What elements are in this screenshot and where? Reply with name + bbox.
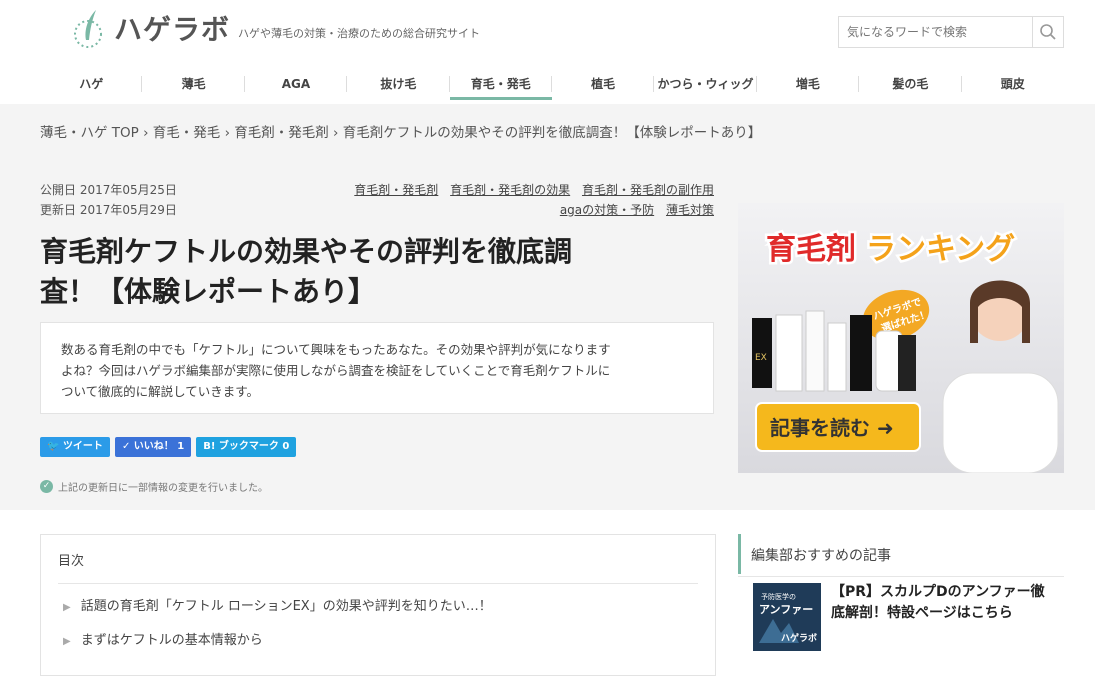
- article-intro: 数ある育毛剤の中でも「ケフトル」について興味をもったあなた。その効果や評判が気に…: [40, 322, 714, 414]
- bottle-label: EX: [755, 353, 767, 363]
- search-box: [838, 16, 1064, 48]
- article-dates: 公開日 2017年05月25日 更新日 2017年05月29日: [40, 180, 177, 220]
- tag-link[interactable]: 育毛剤・発毛剤の副作用: [582, 183, 714, 197]
- update-note: ✓ 上記の更新日に一部情報の変更を行いました。: [40, 479, 268, 494]
- intro-text: よね？今回はハゲラボ編集部が実際に使用しながら調査を検証をしていくことで育毛剤ケ…: [61, 363, 611, 378]
- nav-item-nukege[interactable]: 抜け毛: [347, 70, 450, 102]
- twitter-icon: 🐦: [47, 441, 60, 452]
- update-note-text: 上記の更新日に一部情報の変更を行いました。: [58, 483, 268, 494]
- article-title-line: 育毛剤ケフトルの効果やその評判を徹底調: [40, 235, 573, 268]
- thumb-text-2: アンファー: [759, 603, 813, 616]
- nav-item-wig[interactable]: かつら・ウィッグ: [654, 70, 758, 102]
- sidebar-divider: [738, 576, 1064, 577]
- sidebar-heading: 編集部おすすめの記事: [738, 534, 1067, 574]
- cta-label: 記事を読む ➜: [770, 416, 894, 440]
- search-icon: [1040, 24, 1056, 40]
- toc-item[interactable]: ▶ 話題の育毛剤「ケフトル ローションEX」の効果や評判を知りたい…！: [63, 595, 492, 614]
- tag-link[interactable]: 育毛剤・発毛剤: [354, 183, 438, 197]
- site-header: ハゲラボ ハゲや薄毛の対策・治療のための総合研究サイト ハゲ 薄毛 AGA 抜け…: [0, 0, 1095, 105]
- nav-item-shokumou[interactable]: 植毛: [552, 70, 655, 102]
- toc-item[interactable]: ▶ まずはケフトルの基本情報から: [63, 629, 263, 648]
- logo-mark-icon: [74, 10, 102, 48]
- intro-text: ついて徹底的に解説していきます。: [61, 384, 260, 399]
- updated-date: 更新日 2017年05月29日: [40, 203, 177, 217]
- tag-link[interactable]: agaの対策・予防: [560, 203, 654, 217]
- nav-item-usuge[interactable]: 薄毛: [142, 70, 246, 102]
- published-date: 公開日 2017年05月25日: [40, 183, 177, 197]
- nav-item-ikumou[interactable]: 育毛・発毛: [449, 70, 553, 100]
- banner-heading-part2: ランキング: [866, 232, 1015, 267]
- site-tagline: ハゲや薄毛の対策・治療のための総合研究サイト: [238, 27, 481, 40]
- ranking-banner[interactable]: 育毛剤 ランキング ハゲラボで 選ばれた！ EX 記事を読む ➜: [738, 203, 1064, 473]
- toc-title: 目次: [58, 554, 85, 569]
- article-tags: 育毛剤・発毛剤 育毛剤・発毛剤の効果 育毛剤・発毛剤の副作用 agaの対策・予防…: [260, 180, 714, 220]
- thumb-text-1: 予防医学の: [761, 592, 796, 601]
- tweet-button[interactable]: 🐦 ツイート: [40, 437, 110, 457]
- logo-text: ハゲラボ: [114, 13, 231, 46]
- toc-divider: [58, 583, 698, 584]
- article-title-line: 査！【体験レポートあり】: [40, 275, 377, 308]
- triangle-right-icon: ▶: [63, 636, 71, 647]
- thumbnail-image: 予防医学の アンファー ハゲラボ: [753, 583, 821, 651]
- toc-item-label: まずはケフトルの基本情報から: [80, 633, 263, 648]
- read-article-button[interactable]: 記事を読む ➜: [755, 402, 921, 452]
- table-of-contents: 目次 ▶ 話題の育毛剤「ケフトル ローションEX」の効果や評判を知りたい…！ ▶ ま…: [40, 534, 716, 676]
- banner-illustration: 育毛剤 ランキング ハゲラボで 選ばれた！ EX 記事を読む ➜: [738, 203, 1064, 473]
- recommended-thumbnail[interactable]: 予防医学の アンファー ハゲラボ: [753, 583, 821, 651]
- main-nav: ハゲ 薄毛 AGA 抜け毛 育毛・発毛 植毛 かつら・ウィッグ 増毛 髪の毛 頭…: [40, 70, 1064, 102]
- sidebar-heading-text: 編集部おすすめの記事: [751, 548, 891, 564]
- nav-item-aga[interactable]: AGA: [245, 70, 348, 102]
- triangle-right-icon: ▶: [63, 602, 71, 613]
- site-logo[interactable]: ハゲラボ ハゲや薄毛の対策・治療のための総合研究サイト: [70, 8, 480, 48]
- tag-link[interactable]: 育毛剤・発毛剤の効果: [450, 183, 570, 197]
- article-title: 育毛剤ケフトルの効果やその評判を徹底調 査！【体験レポートあり】: [40, 232, 720, 312]
- nav-item-touhi[interactable]: 頭皮: [962, 70, 1064, 102]
- tweet-label: ツイート: [62, 441, 103, 452]
- search-button[interactable]: [1032, 17, 1063, 47]
- check-icon: ✓: [40, 480, 53, 493]
- bookmark-button[interactable]: B! ブックマーク 0: [196, 437, 297, 457]
- toc-item-label: 話題の育毛剤「ケフトル ローションEX」の効果や評判を知りたい…！: [80, 599, 492, 614]
- search-input[interactable]: [839, 17, 1033, 47]
- breadcrumb[interactable]: 薄毛・ハゲ TOP › 育毛・発毛 › 育毛剤・発毛剤 › 育毛剤ケフトルの効果…: [40, 121, 761, 141]
- intro-text: 数ある育毛剤の中でも「ケフトル」について興味をもったあなた。その効果や評判が気に…: [61, 342, 611, 357]
- social-buttons: 🐦 ツイート ✓ いいね！ 1 B! ブックマーク 0: [40, 437, 301, 457]
- nav-item-hage[interactable]: ハゲ: [40, 70, 143, 102]
- tag-link[interactable]: 薄毛対策: [666, 203, 714, 217]
- nav-item-zoumou[interactable]: 増毛: [757, 70, 860, 102]
- banner-heading-part1: 育毛剤: [766, 232, 856, 267]
- recommended-article-link[interactable]: 【PR】スカルプDのアンファー徹底解剖！特設ページはこちら: [831, 582, 1056, 624]
- like-button[interactable]: ✓ いいね！ 1: [114, 437, 192, 457]
- nav-item-kaminoke[interactable]: 髪の毛: [859, 70, 962, 102]
- thumb-brand: ハゲラボ: [781, 632, 817, 644]
